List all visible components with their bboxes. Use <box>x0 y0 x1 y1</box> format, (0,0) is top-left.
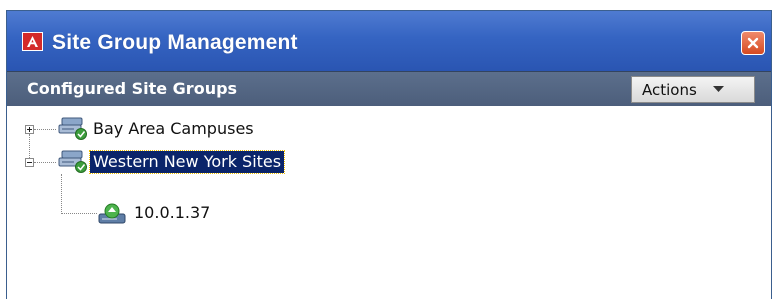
actions-label: Actions <box>642 80 697 99</box>
site-group-management-window: Site Group Management Configured Site Gr… <box>6 10 772 299</box>
tree-node-bay-area-campuses[interactable]: Bay Area Campuses <box>56 117 257 141</box>
minus-icon <box>27 162 32 163</box>
close-button[interactable] <box>741 31 765 55</box>
tree-node-western-new-york-sites[interactable]: Western New York Sites <box>56 150 286 174</box>
actions-dropdown-button[interactable]: Actions <box>631 76 755 103</box>
site-group-icon <box>58 150 87 173</box>
site-group-icon <box>58 117 87 140</box>
plus-icon <box>27 127 32 132</box>
close-icon <box>747 37 759 49</box>
chevron-down-icon <box>712 86 724 92</box>
app-logo-icon <box>22 32 43 51</box>
window-title: Site Group Management <box>52 31 298 54</box>
tree-node-label: 10.0.1.37 <box>134 203 211 222</box>
tree-node-label-selected: Western New York Sites <box>88 150 286 174</box>
tree-connector <box>61 213 97 214</box>
tree-node-label: Bay Area Campuses <box>93 119 254 138</box>
title-bar[interactable]: Site Group Management <box>7 11 771 71</box>
tree-connector <box>34 162 56 163</box>
site-icon <box>98 203 126 224</box>
section-header: Configured Site Groups Actions <box>7 71 771 106</box>
collapse-toggle-western-ny[interactable] <box>25 158 34 167</box>
tree-connector <box>34 129 56 130</box>
tree-node-site-10-0-1-37[interactable]: 10.0.1.37 <box>97 201 213 225</box>
tree-connector <box>61 174 62 214</box>
section-title: Configured Site Groups <box>27 79 238 98</box>
site-group-tree[interactable]: Bay Area Campuses Western New York Sites <box>7 106 771 299</box>
expand-toggle-bay-area[interactable] <box>25 125 34 134</box>
